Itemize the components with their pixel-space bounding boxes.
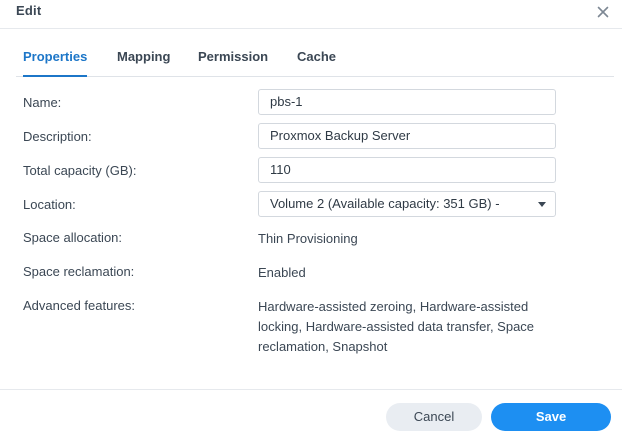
space-reclamation-value: Enabled [258, 265, 306, 280]
advanced-features-line: locking, Hardware-assisted data transfer… [258, 319, 535, 334]
close-button[interactable] [592, 1, 614, 23]
name-input[interactable]: pbs-1 [258, 89, 556, 115]
location-select[interactable]: Volume 2 (Available capacity: 351 GB) - [258, 191, 556, 217]
tab-mapping[interactable]: Mapping [117, 46, 170, 76]
dialog-titlebar: Edit [0, 0, 622, 29]
location-select-value: Volume 2 (Available capacity: 351 GB) - [270, 196, 500, 211]
space-allocation-label: Space allocation: [23, 230, 123, 245]
capacity-label: Total capacity (GB): [23, 163, 137, 178]
space-reclamation-label: Space reclamation: [23, 264, 135, 279]
advanced-features-label: Advanced features: [23, 298, 136, 313]
advanced-features-line: reclamation, Snapshot [258, 339, 388, 354]
dialog-title: Edit [16, 3, 42, 18]
tab-properties[interactable]: Properties [23, 46, 88, 77]
description-input[interactable]: Proxmox Backup Server [258, 123, 556, 149]
description-label: Description: [23, 129, 92, 144]
close-icon [597, 6, 609, 18]
save-button[interactable]: Save [491, 403, 611, 431]
tab-bar: Properties Mapping Permission Cache [16, 46, 614, 77]
tab-permission[interactable]: Permission [198, 46, 268, 76]
chevron-down-icon [538, 202, 546, 207]
cancel-button[interactable]: Cancel [386, 403, 482, 431]
tab-cache[interactable]: Cache [297, 46, 336, 76]
name-label: Name: [23, 95, 62, 110]
advanced-features-line: Hardware-assisted zeroing, Hardware-assi… [258, 299, 529, 314]
capacity-input[interactable]: 110 [258, 157, 556, 183]
space-allocation-value: Thin Provisioning [258, 231, 358, 246]
dialog-footer: Cancel Save [0, 389, 622, 437]
location-label: Location: [23, 197, 76, 212]
